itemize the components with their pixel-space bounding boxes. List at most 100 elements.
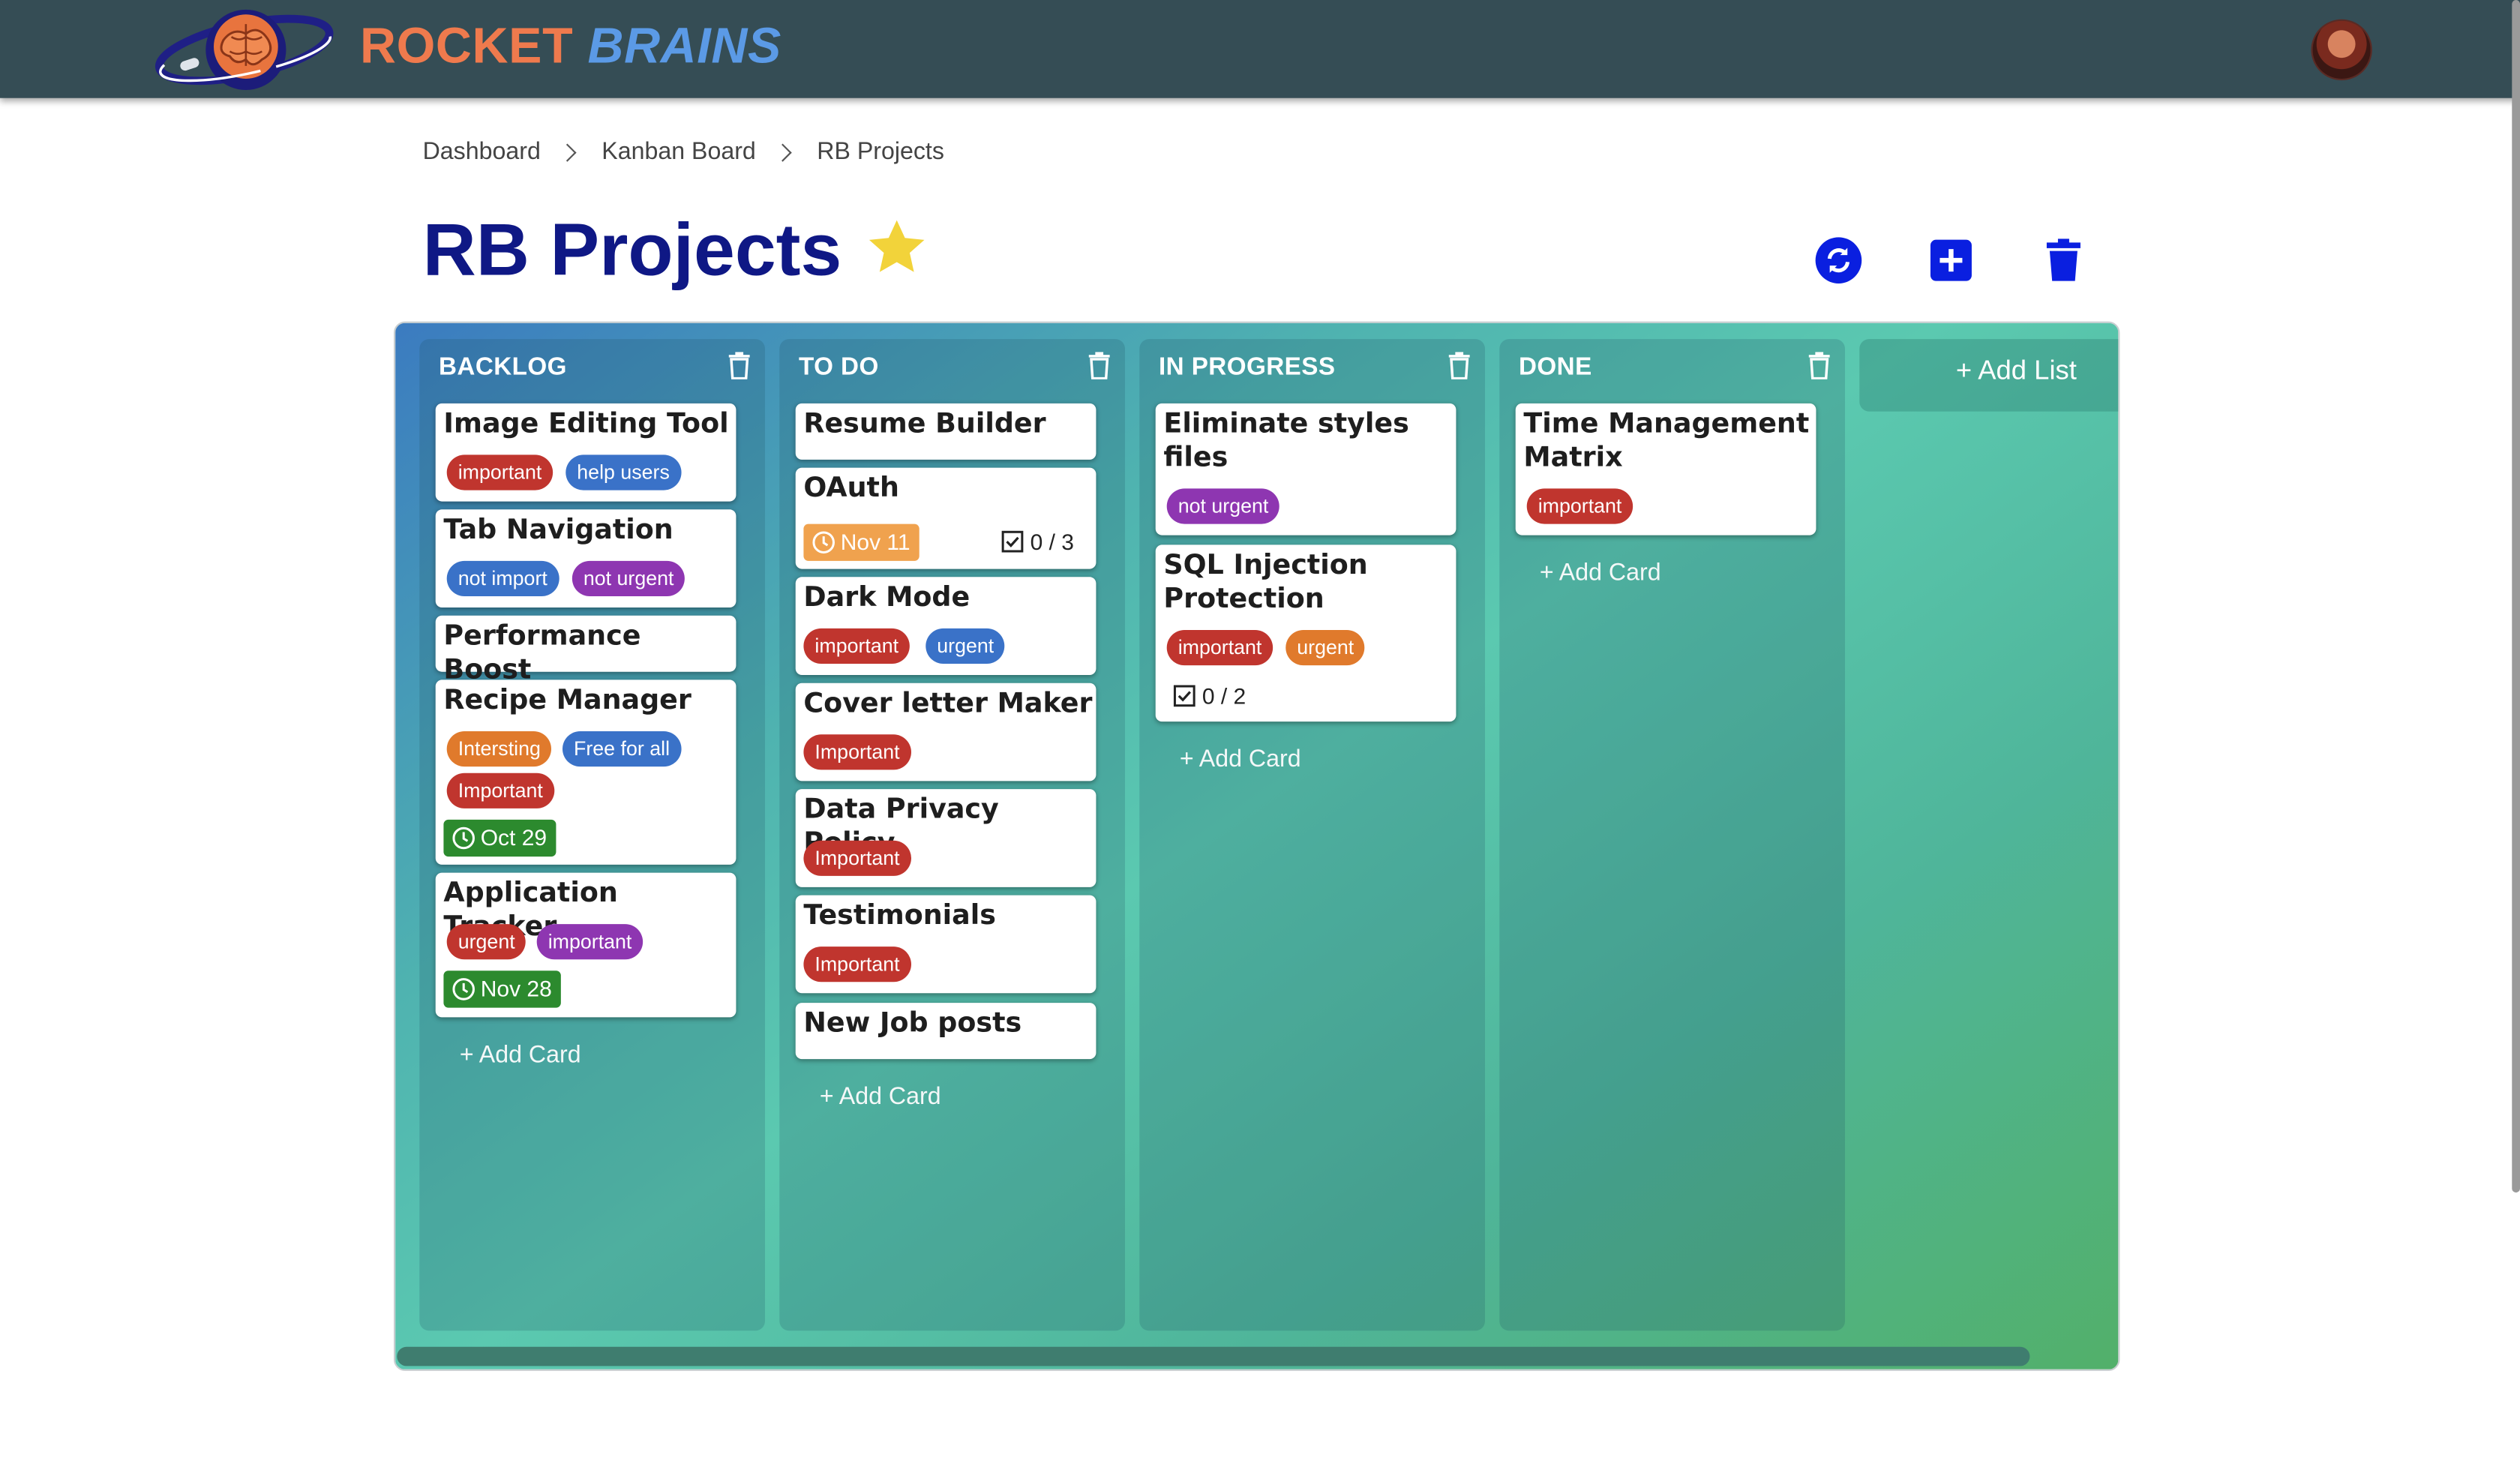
card-data-privacy-policy[interactable]: Data Privacy Policy Important [795, 789, 1096, 887]
page-title: RB Projects [422, 207, 842, 291]
card-title: OAuth [803, 472, 899, 505]
add-square-icon [1930, 239, 1972, 281]
user-avatar[interactable] [2311, 19, 2372, 81]
app-root: ROCKET BRAINS Dashboard Kanban Board RB … [0, 0, 2520, 1451]
card-dark-mode[interactable]: Dark Mode important urgent [795, 577, 1096, 675]
list-done: DONE Time Management Matrix important + … [1499, 339, 1845, 1331]
card-performance-boost[interactable]: Performance Boost [435, 615, 736, 686]
due-date-badge[interactable]: Oct 29 [443, 819, 556, 857]
top-navbar: ROCKET BRAINS [0, 0, 2520, 98]
due-date-badge[interactable]: Nov 28 [443, 970, 562, 1008]
clock-icon [452, 978, 475, 1000]
checklist-count: 0 / 3 [1030, 529, 1074, 555]
checklist-progress: 0 / 2 [1173, 683, 1246, 709]
card-title: SQL Injection Protection [1163, 549, 1368, 616]
breadcrumb-kanban-board[interactable]: Kanban Board [602, 138, 756, 165]
tag-label: urgent [1286, 630, 1366, 666]
horizontal-scrollbar[interactable] [397, 1346, 2030, 1366]
add-card-button[interactable]: + Add Card [820, 1083, 941, 1110]
refresh-icon [1815, 237, 1862, 284]
card-new-job-posts[interactable]: New Job posts [795, 1003, 1096, 1060]
card-testimonials[interactable]: Testimonials Important [795, 895, 1096, 994]
checklist-count: 0 / 2 [1202, 682, 1246, 709]
list-title[interactable]: DONE [1519, 353, 1592, 382]
card-title: Time Management Matrix [1523, 408, 1810, 475]
vertical-scrollbar[interactable] [2512, 0, 2520, 1192]
add-card-button[interactable]: + Add Card [1180, 746, 1301, 772]
clock-icon [452, 826, 475, 850]
card-title: New Job posts [803, 1007, 1022, 1040]
card-title: Dark Mode [803, 581, 970, 614]
card-title: Tab Navigation [443, 514, 674, 547]
card-tab-navigation[interactable]: Tab Navigation not import not urgent [435, 509, 736, 608]
card-title: Recipe Manager [443, 684, 692, 717]
list-title[interactable]: IN PROGRESS [1159, 353, 1335, 382]
card-cover-letter-maker[interactable]: Cover letter Maker Important [795, 682, 1096, 782]
kanban-board: BACKLOG Image Editing Tool important hel… [394, 321, 2120, 1371]
chevron-right-icon [774, 142, 793, 161]
tag-label: important [446, 454, 554, 490]
tag-label: Important [446, 772, 554, 808]
card-title: Cover letter Maker [803, 688, 1093, 720]
checklist-progress: 0 / 3 [1001, 529, 1074, 554]
card-sql-injection-protection[interactable]: SQL Injection Protection important urgen… [1155, 544, 1456, 722]
brand-wordmark[interactable]: ROCKET BRAINS [360, 18, 782, 76]
list-in-progress: IN PROGRESS Eliminate styles files not u… [1139, 339, 1485, 1331]
trash-icon[interactable] [1448, 352, 1471, 380]
trash-icon[interactable] [728, 352, 751, 380]
trash-icon[interactable] [1808, 352, 1831, 380]
breadcrumb-dashboard[interactable]: Dashboard [423, 138, 541, 165]
list-title[interactable]: BACKLOG [439, 353, 567, 382]
card-image-editing-tool[interactable]: Image Editing Tool important help users [435, 403, 736, 502]
tag-label: important [803, 628, 910, 664]
breadcrumb-current: RB Projects [817, 138, 944, 166]
brand-word-rocket: ROCKET [360, 17, 574, 74]
add-list-button[interactable]: + Add List [1859, 339, 2119, 412]
tag-label: Important [803, 840, 911, 876]
card-application-tracker[interactable]: Application Tracker urgent important Nov… [435, 872, 736, 1018]
tag-label: not urgent [572, 560, 686, 596]
tag-label: Important [803, 946, 911, 982]
card-eliminate-styles-files[interactable]: Eliminate styles files not urgent [1155, 403, 1456, 536]
checkbox-icon [1173, 685, 1196, 707]
add-list-button[interactable] [1925, 235, 1977, 286]
list-title[interactable]: TO DO [799, 353, 879, 382]
tag-label: not import [446, 560, 559, 596]
card-title: Image Editing Tool [443, 408, 729, 441]
trash-icon[interactable] [1088, 352, 1111, 380]
trash-icon [2046, 238, 2080, 281]
star-icon[interactable] [863, 214, 931, 281]
delete-board-button[interactable] [2038, 235, 2090, 286]
tag-label: Important [803, 734, 911, 770]
add-card-button[interactable]: + Add Card [460, 1042, 581, 1069]
card-title: Eliminate styles files [1163, 408, 1409, 475]
card-oauth[interactable]: OAuth Nov 11 0 / 3 [795, 467, 1096, 569]
tag-label: not urgent [1166, 488, 1280, 524]
tag-label: Free for all [562, 730, 682, 767]
tag-label: urgent [926, 628, 1006, 664]
tag-label: important [536, 924, 644, 960]
card-time-management-matrix[interactable]: Time Management Matrix important [1515, 403, 1816, 536]
tag-label: help users [566, 454, 681, 490]
tag-label: Intersting [446, 730, 552, 767]
card-recipe-manager[interactable]: Recipe Manager Intersting Free for all I… [435, 680, 736, 865]
chevron-right-icon [559, 142, 578, 161]
card-title: Testimonials [803, 900, 996, 932]
card-title: Resume Builder [803, 408, 1046, 441]
tag-label: important [1166, 630, 1274, 666]
add-card-button[interactable]: + Add Card [1540, 560, 1661, 586]
list-to-do: TO DO Resume Builder OAuth Nov 11 0 / 3 … [779, 339, 1125, 1331]
tag-label: urgent [446, 924, 526, 960]
due-date-text: Nov 28 [480, 975, 552, 1001]
breadcrumb: Dashboard Kanban Board RB Projects [423, 138, 944, 165]
refresh-board-button[interactable] [1813, 235, 1864, 286]
clock-icon [812, 531, 835, 554]
brand-word-brains: BRAINS [587, 17, 782, 74]
card-resume-builder[interactable]: Resume Builder [795, 403, 1096, 460]
tag-label: important [1526, 488, 1634, 524]
rocket-brain-logo[interactable] [154, 4, 334, 93]
list-backlog: BACKLOG Image Editing Tool important hel… [419, 339, 765, 1331]
checkbox-icon [1001, 530, 1024, 553]
card-title: Performance Boost [443, 620, 641, 686]
due-date-badge[interactable]: Nov 11 [803, 524, 920, 561]
